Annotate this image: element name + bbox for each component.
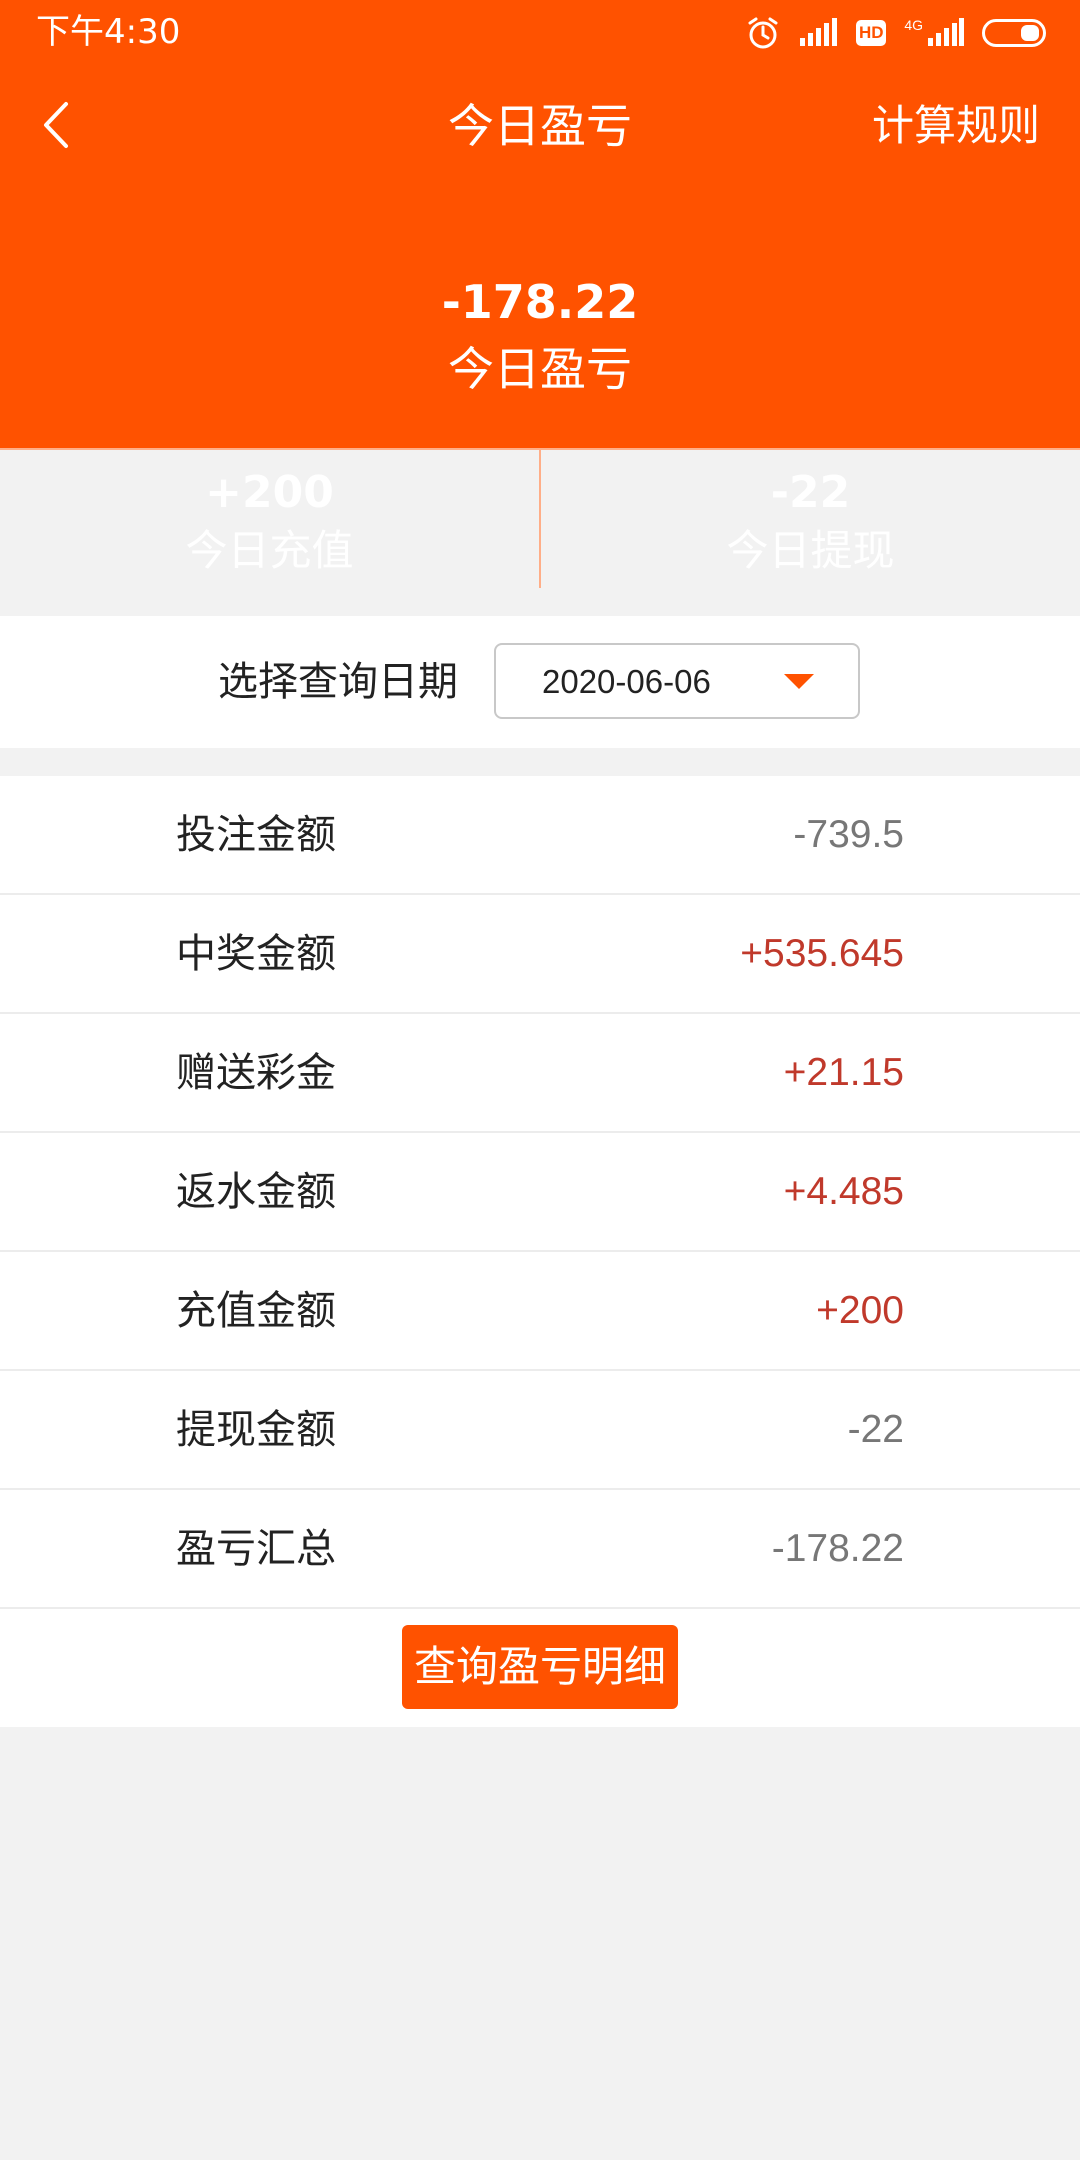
stat-row-rebate: 返水金额 +4.485 [0, 1133, 1080, 1252]
caret-down-icon [784, 674, 814, 689]
stat-label: 投注金额 [176, 812, 336, 858]
nav-bar: 今日盈亏 计算规则 [0, 66, 1080, 196]
stat-row-win-amount: 中奖金额 +535.645 [0, 895, 1080, 1014]
stat-row-bonus: 赠送彩金 +21.15 [0, 1014, 1080, 1133]
stat-row-recharge: 充值金额 +200 [0, 1252, 1080, 1371]
stat-value: -22 [847, 1408, 904, 1451]
date-select[interactable]: 2020-06-06 [494, 643, 860, 719]
stat-label: 赠送彩金 [176, 1050, 336, 1096]
today-withdraw-label: 今日提现 [726, 526, 895, 575]
signal-icon [798, 18, 838, 48]
date-filter-panel: 选择查询日期 2020-06-06 [0, 616, 1080, 748]
recharge-withdraw-row: +200 今日充值 -22 今日提现 [0, 448, 1080, 588]
today-recharge-label: 今日充值 [185, 526, 354, 575]
calculation-rules-link[interactable]: 计算规则 [872, 96, 1040, 156]
stat-label: 提现金额 [176, 1407, 336, 1453]
network-4g-icon: 4G [904, 18, 964, 48]
stats-list: 投注金额 -739.5 中奖金额 +535.645 赠送彩金 +21.15 返水… [0, 776, 1080, 1727]
stat-value: +200 [816, 1289, 904, 1332]
stat-row-bet-amount: 投注金额 -739.5 [0, 776, 1080, 895]
battery-icon [982, 19, 1046, 47]
stat-value: -739.5 [793, 813, 904, 856]
stat-label: 中奖金额 [176, 931, 336, 977]
today-recharge-value: +200 [205, 467, 334, 518]
today-recharge: +200 今日充值 [0, 450, 539, 588]
status-bar: 下午4:30 HD 4G [0, 0, 1080, 66]
stat-label: 充值金额 [176, 1288, 336, 1334]
date-filter-label: 选择查询日期 [218, 659, 458, 705]
today-profit-label: 今日盈亏 [448, 342, 632, 396]
today-withdraw-value: -22 [770, 467, 851, 518]
status-time: 下午4:30 [36, 12, 181, 52]
date-select-value: 2020-06-06 [542, 663, 711, 700]
stat-value: +21.15 [783, 1051, 904, 1094]
battery-level [1021, 25, 1039, 41]
alarm-icon [746, 16, 780, 50]
network-label: 4G [904, 17, 923, 33]
today-profit-summary: -178.22 今日盈亏 [0, 270, 1080, 404]
status-icons: HD 4G [746, 14, 1046, 52]
header: 下午4:30 HD 4G 今日盈亏 计算规则 -178.22 今日盈亏 +200… [0, 0, 1080, 588]
today-profit-value: -178.22 [441, 275, 639, 329]
query-detail-button[interactable]: 查询盈亏明细 [402, 1625, 678, 1709]
hd-badge: HD [856, 20, 887, 46]
stat-label: 返水金额 [176, 1169, 336, 1215]
today-withdraw: -22 今日提现 [539, 450, 1080, 588]
stat-value: -178.22 [771, 1527, 904, 1570]
detail-action-row: 查询盈亏明细 [0, 1609, 1080, 1727]
stat-value: +535.645 [740, 932, 904, 975]
stat-value: +4.485 [783, 1170, 904, 1213]
stat-label: 盈亏汇总 [176, 1526, 336, 1572]
stat-row-withdraw: 提现金额 -22 [0, 1371, 1080, 1490]
stat-row-profit-total: 盈亏汇总 -178.22 [0, 1490, 1080, 1609]
